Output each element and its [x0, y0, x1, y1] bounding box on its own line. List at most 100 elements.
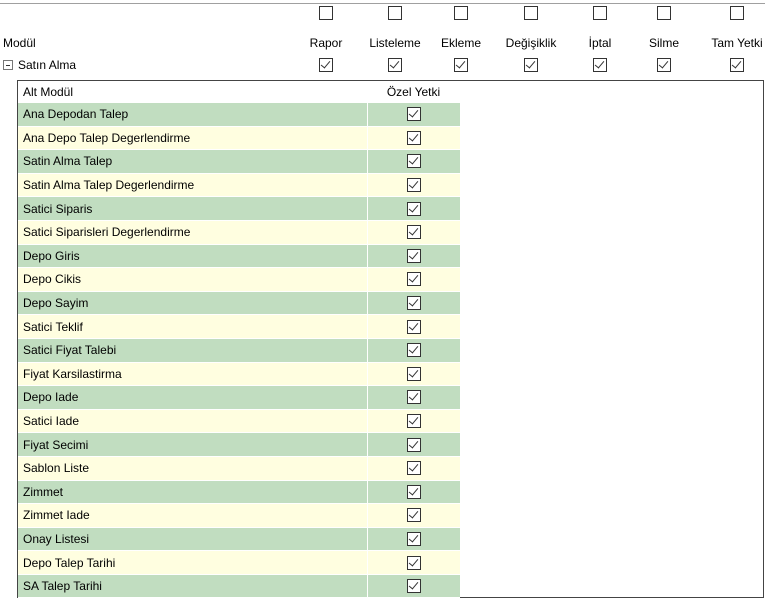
sub-module-row[interactable]: Zimmet	[18, 480, 460, 505]
sub-module-row[interactable]: Satici Siparisleri Degerlendirme	[18, 220, 460, 245]
ozel-yetki-checkbox[interactable]	[407, 319, 421, 334]
column-header-cell: Rapor	[297, 34, 355, 52]
select-all-row	[0, 4, 765, 22]
column-header-degisiklik: Değişiklik	[505, 36, 557, 50]
select-all-cell	[636, 4, 692, 22]
sub-module-table: Alt Modül Özel Yetki Ana Depodan Talep An…	[17, 80, 764, 599]
ozel-yetki-checkbox[interactable]	[407, 296, 421, 311]
module-listeleme-checkbox[interactable]	[388, 58, 402, 72]
ozel-yetki-checkbox[interactable]	[407, 508, 421, 523]
select-all-degisiklik-checkbox[interactable]	[524, 6, 538, 20]
ozel-yetki-checkbox[interactable]	[407, 461, 421, 476]
module-permission-cell	[297, 56, 355, 74]
select-all-rapor-checkbox[interactable]	[319, 6, 333, 20]
sub-module-row[interactable]: Sablon Liste	[18, 456, 460, 481]
sub-module-row[interactable]: Onay Listesi	[18, 527, 460, 552]
select-all-ekleme-checkbox[interactable]	[454, 6, 468, 20]
ozel-yetki-checkbox[interactable]	[407, 437, 421, 452]
sub-module-name: Depo Talep Tarihi	[18, 551, 368, 574]
sub-module-name: Ana Depodan Talep	[18, 103, 368, 126]
ozel-yetki-checkbox[interactable]	[407, 390, 421, 405]
sub-module-name: Satici Teklif	[18, 315, 368, 338]
sub-module-row[interactable]: Satici Iade	[18, 409, 460, 434]
module-permission-cell	[498, 56, 564, 74]
ozel-yetki-cell	[368, 504, 460, 527]
ozel-yetki-cell	[368, 268, 460, 291]
sub-module-name: Satici Siparisleri Degerlendirme	[18, 220, 368, 244]
select-all-silme-checkbox[interactable]	[657, 6, 671, 20]
select-all-iptal-checkbox[interactable]	[593, 6, 607, 20]
select-all-cell	[297, 4, 355, 22]
ozel-yetki-checkbox[interactable]	[407, 201, 421, 216]
sub-module-row[interactable]: Satici Fiyat Talebi	[18, 338, 460, 363]
select-all-listeleme-checkbox[interactable]	[388, 6, 402, 20]
select-all-tam-yetki-checkbox[interactable]	[730, 6, 744, 20]
sub-module-row[interactable]: Satici Siparis	[18, 197, 460, 221]
ozel-yetki-checkbox[interactable]	[407, 272, 421, 287]
sub-module-row[interactable]: Depo Cikis	[18, 268, 460, 292]
sub-module-name: Depo Giris	[18, 244, 368, 268]
module-iptal-checkbox[interactable]	[593, 58, 607, 72]
sub-module-name: Depo Sayim	[18, 291, 368, 315]
sub-module-name: Satici Siparis	[18, 197, 368, 220]
sub-module-row[interactable]: Satin Alma Talep Degerlendirme	[18, 173, 460, 198]
column-header-listeleme: Listeleme	[369, 36, 421, 50]
module-tam-yetki-checkbox[interactable]	[730, 58, 744, 72]
ozel-yetki-checkbox[interactable]	[407, 248, 421, 263]
sub-module-row[interactable]: Zimmet Iade	[18, 504, 460, 528]
sub-module-name: SA Talep Tarihi	[18, 574, 368, 598]
select-all-cell	[706, 4, 765, 22]
ozel-yetki-checkbox[interactable]	[407, 178, 421, 193]
sub-module-row[interactable]: SA Talep Tarihi	[18, 574, 460, 599]
ozel-yetki-cell	[368, 410, 460, 433]
module-permission-cell	[706, 56, 765, 74]
ozel-yetki-checkbox[interactable]	[407, 343, 421, 358]
column-header-silme: Silme	[648, 36, 679, 50]
select-all-cell	[361, 4, 429, 22]
module-ekleme-checkbox[interactable]	[454, 58, 468, 72]
sub-module-row[interactable]: Depo Sayim	[18, 291, 460, 316]
ozel-yetki-cell	[368, 197, 460, 220]
ozel-yetki-checkbox[interactable]	[407, 366, 421, 381]
sub-module-name: Sablon Liste	[18, 456, 368, 480]
ozel-yetki-cell	[368, 292, 460, 315]
ozel-yetki-header: Özel Yetki	[386, 85, 441, 99]
ozel-yetki-cell	[368, 245, 460, 268]
ozel-yetki-cell	[368, 481, 460, 504]
module-degisiklik-checkbox[interactable]	[524, 58, 538, 72]
ozel-yetki-checkbox[interactable]	[407, 531, 421, 546]
sub-module-row[interactable]: Satici Teklif	[18, 315, 460, 339]
column-header-cell: Ekleme	[434, 34, 488, 52]
sub-module-row[interactable]: Satin Alma Talep	[18, 150, 460, 174]
sub-module-row[interactable]: Depo Talep Tarihi	[18, 551, 460, 575]
sub-module-row[interactable]: Fiyat Secimi	[18, 433, 460, 457]
column-header-ekleme: Ekleme	[440, 36, 481, 50]
column-header-iptal: İptal	[588, 36, 612, 50]
sub-module-row[interactable]: Depo Iade	[18, 386, 460, 410]
sub-module-row[interactable]: Depo Giris	[18, 244, 460, 269]
ozel-yetki-cell	[368, 127, 460, 150]
module-rapor-checkbox[interactable]	[319, 58, 333, 72]
column-header-tam-yetki: Tam Yetki	[711, 36, 763, 50]
module-silme-checkbox[interactable]	[657, 58, 671, 72]
sub-module-row[interactable]: Ana Depodan Talep	[18, 103, 460, 127]
sub-module-row[interactable]: Ana Depo Talep Degerlendirme	[18, 126, 460, 151]
sub-module-row[interactable]: Fiyat Karsilastirma	[18, 362, 460, 387]
ozel-yetki-checkbox[interactable]	[407, 484, 421, 499]
select-all-cell	[498, 4, 564, 22]
sub-module-name: Satici Iade	[18, 409, 368, 433]
sub-module-name: Ana Depo Talep Degerlendirme	[18, 126, 368, 150]
ozel-yetki-checkbox[interactable]	[407, 579, 421, 594]
ozel-yetki-cell	[368, 433, 460, 456]
ozel-yetki-checkbox[interactable]	[407, 107, 421, 122]
alt-modul-header: Alt Modül	[23, 85, 74, 99]
sub-module-name: Depo Cikis	[18, 268, 368, 291]
sub-module-name: Fiyat Secimi	[18, 433, 368, 456]
ozel-yetki-checkbox[interactable]	[407, 414, 421, 429]
ozel-yetki-checkbox[interactable]	[407, 225, 421, 240]
ozel-yetki-checkbox[interactable]	[407, 154, 421, 169]
ozel-yetki-cell	[368, 221, 460, 244]
ozel-yetki-checkbox[interactable]	[407, 555, 421, 570]
ozel-yetki-cell	[368, 528, 460, 551]
ozel-yetki-checkbox[interactable]	[407, 130, 421, 145]
